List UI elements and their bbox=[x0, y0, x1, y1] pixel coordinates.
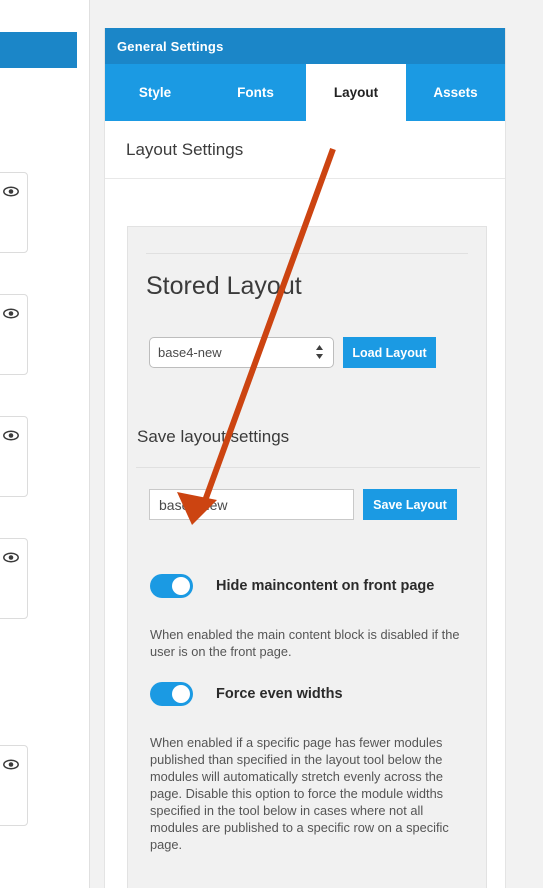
list-item[interactable] bbox=[0, 294, 28, 375]
general-settings-panel: General Settings Style Fonts Layout Asse… bbox=[104, 28, 506, 888]
panel-header: General Settings bbox=[105, 28, 505, 64]
stored-layout-select[interactable]: base4-new bbox=[149, 337, 334, 368]
section-title: Layout Settings bbox=[126, 139, 244, 159]
tab-bar: Style Fonts Layout Assets bbox=[105, 64, 505, 121]
page-title: General Settings bbox=[117, 38, 224, 54]
hide-maincontent-label: Hide maincontent on front page bbox=[216, 578, 435, 594]
toggle-knob bbox=[172, 577, 190, 595]
force-even-widths-toggle-row: Force even widths bbox=[150, 682, 343, 706]
load-layout-button[interactable]: Load Layout bbox=[343, 337, 436, 368]
layout-name-input-value: base4-new bbox=[159, 496, 228, 513]
screen: General Settings Style Fonts Layout Asse… bbox=[0, 0, 543, 888]
force-even-widths-toggle[interactable] bbox=[150, 682, 193, 706]
save-layout-row: base4-new Save Layout bbox=[149, 489, 457, 520]
eye-icon[interactable] bbox=[3, 306, 19, 319]
tab-style[interactable]: Style bbox=[105, 64, 205, 121]
eye-icon[interactable] bbox=[3, 757, 19, 770]
hide-maincontent-toggle-row: Hide maincontent on front page bbox=[150, 574, 434, 598]
save-layout-button[interactable]: Save Layout bbox=[363, 489, 457, 520]
eye-icon[interactable] bbox=[3, 184, 19, 197]
divider bbox=[89, 0, 90, 888]
force-even-widths-label: Force even widths bbox=[216, 686, 343, 702]
eye-icon[interactable] bbox=[3, 428, 19, 441]
section-header: Layout Settings bbox=[105, 121, 505, 179]
toggle-knob bbox=[172, 685, 190, 703]
chevron-updown-icon bbox=[315, 344, 324, 360]
stored-layout-select-value: base4-new bbox=[158, 345, 222, 360]
stored-layout-heading: Stored Layout bbox=[146, 272, 302, 300]
hide-maincontent-toggle[interactable] bbox=[150, 574, 193, 598]
list-item[interactable] bbox=[0, 416, 28, 497]
stored-layout-header: Stored Layout bbox=[128, 253, 486, 301]
divider bbox=[136, 467, 480, 468]
layout-name-input[interactable]: base4-new bbox=[149, 489, 354, 520]
save-layout-heading: Save layout settings bbox=[137, 427, 290, 446]
list-item[interactable] bbox=[0, 172, 28, 253]
left-sidebar-column bbox=[0, 0, 90, 888]
hide-maincontent-description: When enabled the main content block is d… bbox=[150, 627, 460, 659]
eye-icon[interactable] bbox=[3, 550, 19, 563]
tab-fonts[interactable]: Fonts bbox=[205, 64, 306, 121]
left-panel-header-bar bbox=[0, 32, 77, 68]
list-item[interactable] bbox=[0, 745, 28, 826]
tab-assets[interactable]: Assets bbox=[406, 64, 505, 121]
layout-settings-card: Stored Layout base4-new Load Layout Save… bbox=[127, 226, 487, 888]
stored-layout-row: base4-new Load Layout bbox=[149, 337, 436, 368]
list-item[interactable] bbox=[0, 538, 28, 619]
force-even-widths-description: When enabled if a specific page has fewe… bbox=[150, 735, 449, 852]
tab-layout[interactable]: Layout bbox=[306, 64, 406, 121]
save-layout-header: Save layout settings bbox=[136, 427, 480, 468]
